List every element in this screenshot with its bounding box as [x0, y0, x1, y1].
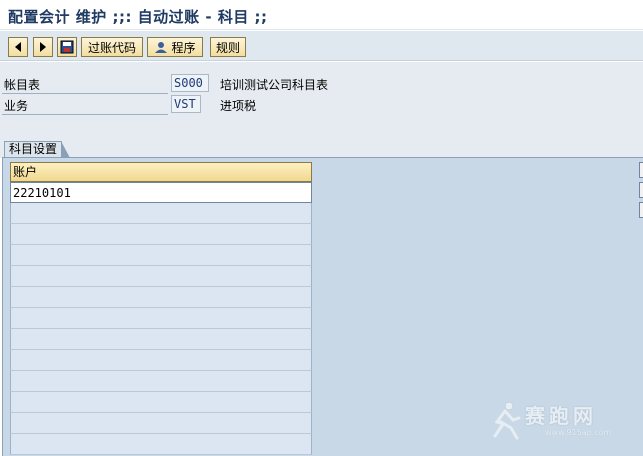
runner-logo-icon [493, 401, 521, 440]
table-settings-control[interactable] [639, 162, 643, 178]
chart-of-accounts-label: 帐目表 [4, 78, 41, 92]
transaction-description: 进项税 [220, 99, 257, 113]
table-row[interactable] [10, 350, 312, 371]
rules-label: 规则 [215, 40, 240, 55]
posting-code-button[interactable]: 过账代码 [81, 37, 143, 57]
watermark-url: www.915ap.com [545, 428, 612, 437]
page-title: 配置会计 维护 ;;: 自动过账 - 科目 ;; [8, 8, 268, 26]
column-header-account[interactable]: 账户 [10, 162, 312, 182]
chart-of-accounts-row: 帐目表 S000 培训测试公司科目表 [0, 74, 400, 94]
accounts-table: 账户 22210101 [10, 162, 312, 455]
chart-of-accounts-description: 培训测试公司科目表 [220, 78, 329, 92]
transaction-field[interactable]: VST [171, 95, 201, 113]
procedure-button[interactable]: 程序 [147, 37, 203, 57]
arrow-left-icon [13, 41, 23, 53]
table-row[interactable] [10, 245, 312, 266]
table-row[interactable] [10, 203, 312, 224]
table-row[interactable] [10, 287, 312, 308]
watermark-text: 赛跑网 [525, 404, 597, 428]
deselect-all-control[interactable] [639, 202, 643, 218]
arrow-right-icon [38, 41, 48, 53]
procedure-label: 程序 [171, 40, 196, 55]
table-row[interactable] [10, 434, 312, 455]
application-toolbar: 过账代码 程序 规则 [0, 31, 643, 61]
table-row[interactable]: 22210101 [10, 182, 312, 203]
header-fields-area: 帐目表 S000 培训测试公司科目表 业务 VST 进项税 [0, 62, 643, 138]
title-bar: 配置会计 维护 ;;: 自动过账 - 科目 ;; [0, 0, 643, 30]
previous-button[interactable] [8, 37, 28, 57]
save-button[interactable] [57, 37, 77, 57]
rules-button[interactable]: 规则 [210, 37, 246, 57]
label-underline [2, 114, 168, 115]
label-underline [2, 93, 168, 94]
transaction-row: 业务 VST 进项税 [0, 95, 400, 115]
table-row[interactable] [10, 371, 312, 392]
select-all-control[interactable] [639, 182, 643, 198]
table-row[interactable] [10, 392, 312, 413]
transaction-label: 业务 [4, 99, 29, 113]
save-icon [60, 40, 74, 54]
chart-of-accounts-field[interactable]: S000 [171, 74, 209, 92]
table-row[interactable] [10, 329, 312, 350]
tab-account-settings[interactable]: 科目设置 [4, 141, 70, 158]
table-row[interactable] [10, 308, 312, 329]
next-button[interactable] [33, 37, 53, 57]
watermark: 赛跑网 www.915ap.com [485, 398, 635, 448]
table-row[interactable] [10, 413, 312, 434]
posting-code-label: 过账代码 [87, 40, 136, 55]
table-row[interactable] [10, 266, 312, 287]
person-icon [154, 41, 168, 54]
tab-strip: 科目设置 [0, 138, 643, 158]
table-row[interactable] [10, 224, 312, 245]
